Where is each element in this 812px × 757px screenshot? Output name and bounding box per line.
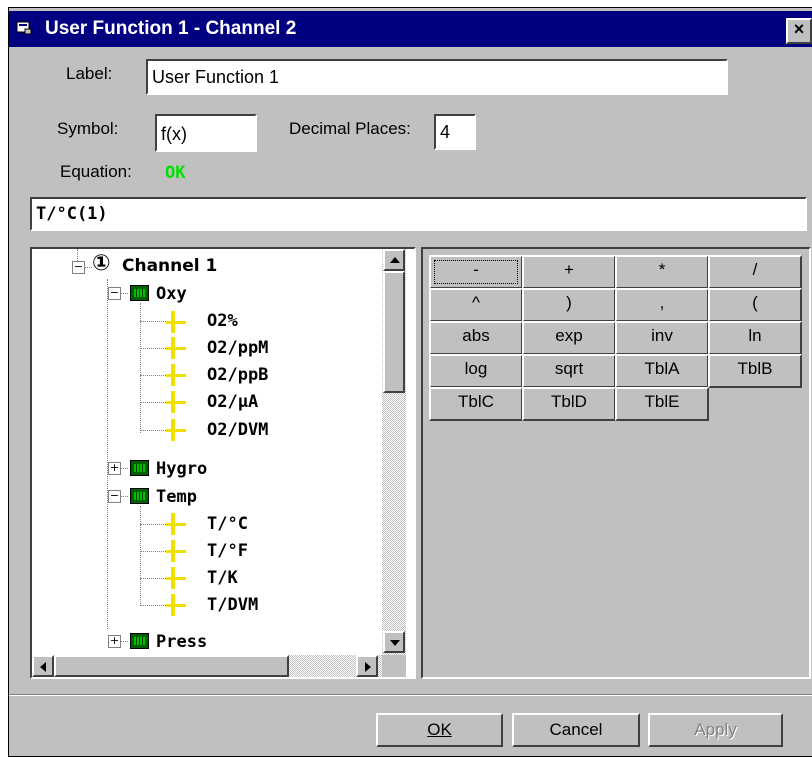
decimal-places-input[interactable]: 4 — [434, 114, 476, 150]
variable-tree[interactable]: − ① Channel 1 − Oxy O2% O2/ppM O2/ppB O2… — [30, 247, 416, 679]
variable-icon — [166, 419, 186, 441]
operator-button-divide[interactable]: / — [708, 255, 802, 289]
group-icon-oxy — [130, 285, 149, 301]
scroll-left-button[interactable] — [32, 655, 54, 677]
label-caption: Label: — [66, 64, 113, 83]
function-button-log[interactable]: log — [429, 354, 523, 388]
symbol-input[interactable]: f(x) — [155, 114, 257, 152]
variable-icon — [166, 391, 186, 413]
equation-input[interactable]: T/°C(1) — [30, 197, 807, 231]
operator-button-multiply[interactable]: * — [615, 255, 709, 289]
variable-icon — [166, 311, 186, 333]
tree-node-oxy[interactable]: Oxy — [156, 284, 187, 304]
scroll-right-button[interactable] — [356, 655, 378, 677]
horizontal-scroll-thumb[interactable] — [54, 655, 289, 677]
scroll-thumb[interactable] — [383, 271, 405, 393]
symbol-caption: Symbol: — [57, 119, 119, 138]
group-icon-press — [130, 633, 149, 649]
separator — [9, 694, 812, 696]
operator-button-plus[interactable]: + — [522, 255, 616, 289]
tree-item-o2-percent[interactable]: O2% — [207, 311, 238, 331]
tree-item-temp-dvm[interactable]: T/DVM — [207, 595, 258, 615]
tree-item-temp-c[interactable]: T/°C — [207, 514, 248, 534]
variable-icon — [166, 540, 186, 562]
function-button-exp[interactable]: exp — [522, 321, 616, 355]
tree-node-temp[interactable]: Temp — [156, 487, 197, 507]
operator-button-minus[interactable]: - — [429, 255, 523, 289]
tree-node-hygro[interactable]: Hygro — [156, 459, 207, 479]
operator-button-close-paren[interactable]: ) — [522, 288, 616, 322]
tree-item-o2-ppb[interactable]: O2/ppB — [207, 365, 268, 385]
tree-item-o2-ua[interactable]: O2/µA — [207, 392, 258, 412]
operator-button-open-paren[interactable]: ( — [708, 288, 802, 322]
operator-button-comma[interactable]: , — [615, 288, 709, 322]
tree-node-press[interactable]: Press — [156, 632, 207, 652]
ok-button[interactable]: OK — [376, 713, 503, 747]
close-icon: × — [793, 19, 805, 39]
scroll-corner — [382, 655, 406, 677]
tree-item-temp-k[interactable]: T/K — [207, 568, 238, 588]
scroll-down-button[interactable] — [383, 631, 405, 653]
window-title: User Function 1 - Channel 2 — [45, 18, 297, 39]
tree-item-o2-dvm[interactable]: O2/DVM — [207, 420, 268, 440]
variable-icon — [166, 364, 186, 386]
variable-icon — [166, 567, 186, 589]
operator-panel: - + * / ^ ) , ( abs exp inv ln log sqrt … — [421, 247, 811, 679]
group-icon-temp — [130, 488, 149, 504]
group-icon-hygro — [130, 460, 149, 476]
function-button-tblb[interactable]: TblB — [708, 354, 802, 388]
tree-item-o2-ppm[interactable]: O2/ppM — [207, 338, 268, 358]
tree-item-temp-f[interactable]: T/°F — [207, 541, 248, 561]
arrow-right-icon — [365, 662, 371, 672]
title-bar: User Function 1 - Channel 2 × — [9, 11, 812, 47]
variable-icon — [166, 513, 186, 535]
function-button-tbld[interactable]: TblD — [522, 387, 616, 421]
channel-icon: ① — [92, 251, 111, 276]
close-button[interactable]: × — [786, 18, 812, 44]
function-button-tblc[interactable]: TblC — [429, 387, 523, 421]
function-button-tble[interactable]: TblE — [615, 387, 709, 421]
cancel-button[interactable]: Cancel — [512, 713, 640, 747]
arrow-up-icon — [390, 257, 400, 263]
arrow-down-icon — [390, 640, 400, 646]
function-button-sqrt[interactable]: sqrt — [522, 354, 616, 388]
function-button-ln[interactable]: ln — [708, 321, 802, 355]
equation-caption: Equation: — [60, 162, 132, 181]
scroll-up-button[interactable] — [383, 249, 405, 271]
operator-button-power[interactable]: ^ — [429, 288, 523, 322]
ok-button-label: OK — [427, 720, 452, 739]
function-button-inv[interactable]: inv — [615, 321, 709, 355]
function-button-abs[interactable]: abs — [429, 321, 523, 355]
arrow-left-icon — [40, 662, 46, 672]
decimal-places-caption: Decimal Places: — [289, 119, 411, 138]
app-icon — [16, 21, 32, 35]
equation-status: OK — [165, 163, 186, 183]
label-input[interactable]: User Function 1 — [146, 59, 728, 95]
tree-node-channel-1[interactable]: Channel 1 — [122, 256, 217, 276]
variable-icon — [166, 594, 186, 616]
cancel-button-label: Cancel — [549, 720, 603, 739]
apply-button-label: Apply — [694, 720, 737, 739]
function-button-tbla[interactable]: TblA — [615, 354, 709, 388]
apply-button[interactable]: Apply — [648, 713, 783, 747]
variable-icon — [166, 337, 186, 359]
